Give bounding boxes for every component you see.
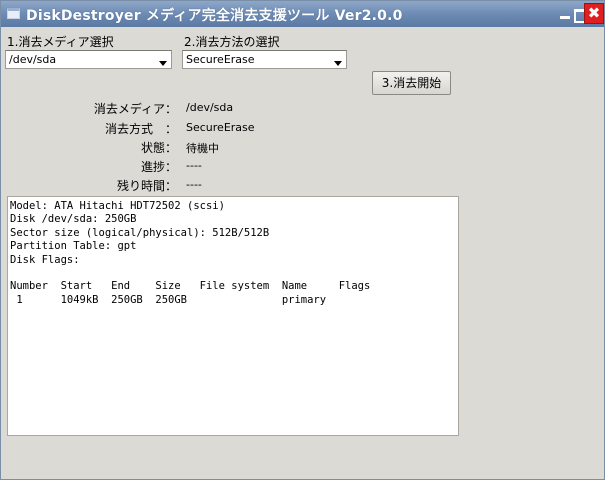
method-select[interactable]: SecureErase — [182, 50, 347, 69]
close-icon[interactable]: ✖ — [584, 3, 604, 24]
info-progress-label: 進捗： — [140, 160, 177, 174]
info-method-value: SecureErase — [186, 121, 255, 134]
media-select-value: /dev/sda — [9, 53, 57, 66]
info-method-label: 消去方式 ： — [104, 122, 177, 136]
info-remaining-value: ---- — [186, 178, 202, 191]
chevron-down-icon — [334, 61, 342, 66]
window-title: DiskDestroyer メディア完全消去支援ツール Ver2.0.0 — [26, 8, 403, 24]
info-state-label: 状態： — [140, 141, 177, 155]
disk-info-log[interactable]: Model: ATA Hitachi HDT72502 (scsi) Disk … — [7, 196, 459, 436]
window-icon — [7, 8, 20, 19]
info-state-value: 待機中 — [186, 142, 219, 155]
chevron-down-icon — [159, 61, 167, 66]
title-bar[interactable]: DiskDestroyer メディア完全消去支援ツール Ver2.0.0 ✖ — [1, 1, 604, 27]
start-erase-button[interactable]: 3.消去開始 — [372, 71, 451, 95]
method-select-value: SecureErase — [186, 53, 255, 66]
minimize-icon[interactable] — [557, 6, 573, 22]
media-select-label: 1.消去メディア選択 — [7, 35, 114, 49]
info-media-value: /dev/sda — [186, 101, 234, 114]
info-remaining-label: 残り時間： — [116, 179, 177, 193]
info-media-label: 消去メディア： — [93, 102, 177, 116]
app-window: DiskDestroyer メディア完全消去支援ツール Ver2.0.0 ✖ 1… — [0, 0, 605, 480]
disk-info-text: Model: ATA Hitachi HDT72502 (scsi) Disk … — [10, 200, 371, 306]
info-progress-value: ---- — [186, 159, 202, 172]
method-select-label: 2.消去方法の選択 — [184, 35, 280, 49]
media-select[interactable]: /dev/sda — [5, 50, 172, 69]
